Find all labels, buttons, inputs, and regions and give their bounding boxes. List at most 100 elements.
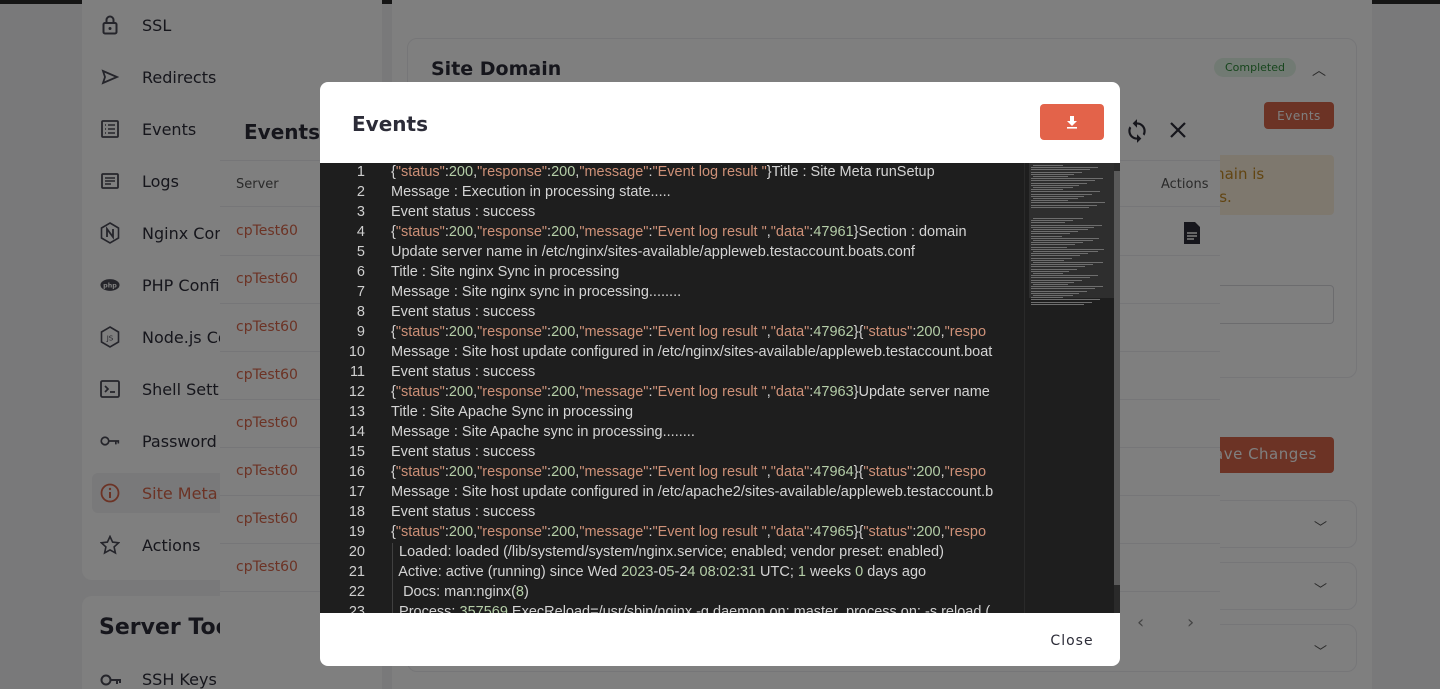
scrollbar-thumb[interactable]	[1114, 171, 1120, 585]
minimap-line	[1033, 284, 1068, 285]
download-button[interactable]	[1040, 104, 1104, 140]
minimap-line	[1031, 237, 1099, 239]
minimap-line	[1031, 178, 1103, 180]
minimap-line	[1031, 303, 1084, 305]
minimap-line	[1031, 244, 1075, 246]
minimap-line	[1031, 231, 1078, 233]
minimap-line	[1033, 273, 1063, 274]
minimap-line	[1031, 206, 1089, 208]
code-line: Update server name in /etc/nginx/sites-a…	[391, 244, 915, 260]
minimap-line	[1031, 235, 1062, 237]
code-line: Event status : success	[391, 504, 536, 520]
code-line: Event status : success	[391, 304, 536, 320]
minimap-line	[1033, 240, 1093, 241]
line-number: 8	[356, 304, 365, 320]
code-line: Active: active (running) since Wed 2023-…	[391, 564, 927, 580]
modal-title: Events	[352, 112, 428, 136]
minimap-line	[1031, 275, 1098, 277]
code-line: Title : Site Apache Sync in processing	[391, 404, 634, 420]
minimap-line	[1031, 266, 1085, 268]
line-number: 2	[356, 184, 365, 200]
close-button[interactable]: Close	[1040, 627, 1104, 655]
minimap-line	[1031, 255, 1080, 257]
minimap-line	[1033, 218, 1083, 219]
minimap-line	[1031, 204, 1097, 206]
minimap-line	[1031, 281, 1074, 283]
code-line: Message : Execution in processing state.…	[391, 184, 671, 200]
code-line: Loaded: loaded (/lib/systemd/system/ngin…	[391, 544, 944, 560]
line-number: 13	[348, 404, 365, 420]
minimap-line	[1033, 187, 1073, 188]
line-number: 9	[356, 324, 365, 340]
code-line: {"status":200,"response":200,"message":"…	[391, 324, 987, 340]
line-number: 17	[348, 484, 365, 500]
code-line: Docs: man:nginx(8)	[391, 584, 529, 600]
minimap-line	[1031, 167, 1098, 169]
line-number: 14	[348, 424, 365, 440]
code-line: {"status":200,"response":200,"message":"…	[391, 224, 967, 240]
minimap-line	[1031, 299, 1100, 301]
minimap-line	[1031, 171, 1082, 173]
line-number: 16	[348, 464, 365, 480]
minimap-line	[1031, 226, 1094, 228]
line-number: 7	[356, 284, 365, 300]
minimap-line	[1031, 297, 1063, 299]
line-number: 10	[348, 344, 365, 360]
line-number: 6	[356, 264, 365, 280]
minimap-line	[1031, 264, 1093, 266]
code-line: {"status":200,"response":200,"message":"…	[391, 164, 935, 180]
minimap-line	[1031, 288, 1095, 290]
minimap-line	[1031, 193, 1092, 195]
line-number: 4	[356, 224, 365, 240]
code-line: {"status":200,"response":200,"message":"…	[391, 464, 987, 480]
minimap-line	[1031, 242, 1083, 244]
minimap-line	[1031, 279, 1082, 281]
minimap-line	[1031, 200, 1068, 202]
minimap-line	[1031, 277, 1090, 279]
minimap-line	[1031, 233, 1070, 235]
code-line: Message : Site host update configured in…	[391, 484, 994, 500]
minimap-line	[1031, 259, 1064, 261]
minimap-line	[1033, 198, 1078, 199]
minimap-line	[1031, 220, 1073, 222]
minimap-line	[1031, 202, 1105, 204]
minimap-line	[1031, 292, 1079, 294]
code-line: Process: 357569 ExecReload=/usr/sbin/ngi…	[391, 604, 991, 613]
line-number: 11	[349, 364, 365, 380]
line-number: 22	[348, 584, 365, 600]
minimap-line	[1033, 176, 1068, 177]
minimap-line	[1031, 173, 1074, 175]
code-line: Message : Site nginx sync in processing.…	[391, 284, 682, 300]
events-modal: Events 1 {"status":200,"response":200,"me…	[320, 82, 1120, 666]
code-line: Message : Site host update configured in…	[391, 344, 993, 360]
line-number: 3	[356, 204, 365, 220]
minimap[interactable]	[1024, 163, 1120, 613]
code-editor[interactable]: 1 {"status":200,"response":200,"message":…	[320, 163, 1120, 613]
line-number: 23	[348, 604, 365, 613]
line-number: 1	[356, 164, 365, 180]
minimap-line	[1031, 248, 1104, 250]
minimap-line	[1031, 184, 1079, 186]
minimap-line	[1031, 246, 1067, 248]
minimap-line	[1031, 270, 1069, 272]
minimap-line	[1031, 301, 1092, 303]
code-line: {"status":200,"response":200,"message":"…	[391, 524, 987, 540]
line-number: 20	[348, 544, 365, 560]
minimap-line	[1031, 268, 1077, 270]
download-icon	[1067, 116, 1077, 129]
line-number: 5	[356, 244, 365, 260]
minimap-line	[1033, 229, 1088, 230]
minimap-line	[1033, 165, 1063, 166]
minimap-line	[1031, 222, 1065, 224]
minimap-line	[1031, 257, 1072, 259]
code-line: Event status : success	[391, 444, 536, 460]
minimap-line	[1031, 253, 1088, 255]
minimap-line	[1031, 180, 1095, 182]
minimap-line	[1031, 169, 1090, 171]
line-number: 19	[348, 524, 365, 540]
minimap-line	[1031, 191, 1100, 193]
minimap-line	[1031, 290, 1087, 292]
minimap-line	[1031, 224, 1102, 226]
line-number: 21	[348, 564, 365, 580]
code-line: Message : Site Apache sync in processing…	[391, 424, 695, 440]
